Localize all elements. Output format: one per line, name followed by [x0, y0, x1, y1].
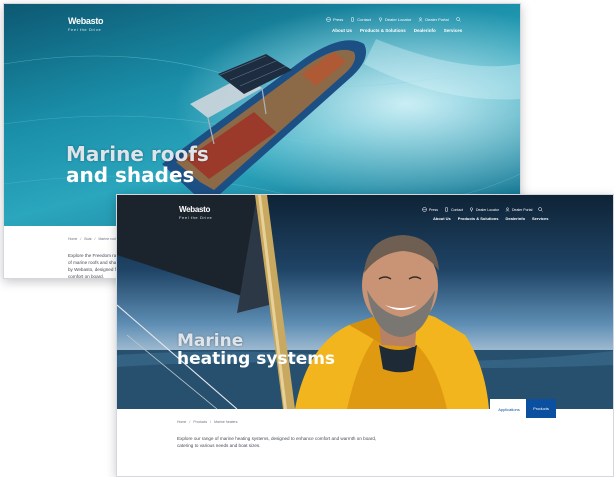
- nav-products-solutions[interactable]: Products & Solutions: [360, 28, 406, 33]
- page-description: Explore our range of marine heating syst…: [177, 435, 477, 449]
- applications-button[interactable]: Applications: [490, 399, 528, 420]
- utility-label: Press: [333, 17, 344, 22]
- phone-icon: [445, 207, 448, 212]
- pin-icon: [379, 17, 383, 22]
- nav-services[interactable]: Services: [444, 28, 463, 33]
- breadcrumb-products[interactable]: Products: [193, 420, 207, 424]
- utility-label: Dealer Portal: [511, 207, 533, 212]
- breadcrumb-separator: /: [189, 420, 191, 424]
- main-nav: About Us Products & Solutions Dealerinfo…: [332, 28, 462, 33]
- nav-products-solutions[interactable]: Products & Solutions: [458, 216, 499, 221]
- user-icon: [418, 17, 423, 22]
- logo-tagline: Feel the Drive: [179, 215, 213, 220]
- utility-dealer-portal[interactable]: Dealer Portal: [418, 17, 449, 22]
- breadcrumb-boat[interactable]: Boat: [84, 237, 91, 241]
- hero-title-line1: Marine roofs: [66, 142, 209, 166]
- hero-boat-image: Webasto Feel the Drive Press Contact Dea…: [4, 4, 520, 226]
- utility-nav: Press Contact Dealer Locator Dealer Port…: [422, 207, 544, 212]
- utility-contact[interactable]: Contact: [444, 207, 463, 212]
- hero-title: Marine heating systems: [177, 332, 336, 369]
- breadcrumb-home[interactable]: Home: [68, 237, 77, 241]
- nav-dealerinfo[interactable]: Dealerinfo: [505, 216, 525, 221]
- nav-dealerinfo[interactable]: Dealerinfo: [414, 28, 436, 33]
- breadcrumb: Home / Boat / Marine roofs: [68, 237, 118, 241]
- breadcrumb: Home / Products / Marine heaters: [177, 420, 237, 424]
- nav-about-us[interactable]: About Us: [332, 28, 352, 33]
- utility-contact[interactable]: Contact: [350, 17, 371, 22]
- breadcrumb-separator: /: [80, 237, 82, 241]
- hero-title-line2: and shades: [66, 163, 195, 187]
- hero-title-line2: heating systems: [177, 348, 336, 369]
- utility-press[interactable]: Press: [326, 17, 343, 22]
- logo-tagline: Feel the Drive: [68, 27, 102, 32]
- description-line1: Explore our range of marine heating syst…: [177, 436, 377, 441]
- breadcrumb-separator: /: [210, 420, 212, 424]
- logo-text: Webasto: [179, 205, 211, 214]
- breadcrumb-home[interactable]: Home: [177, 420, 186, 424]
- marine-heating-page-screenshot: Webasto Feel the Drive Press Contact Dea…: [116, 194, 614, 477]
- webasto-logo[interactable]: Webasto Feel the Drive: [179, 205, 212, 220]
- utility-label: Dealer Locator: [476, 207, 499, 212]
- sailor-illustration: [117, 195, 613, 409]
- pin-icon: [470, 207, 474, 212]
- utility-search[interactable]: [455, 17, 461, 22]
- utility-dealer-locator[interactable]: Dealer Locator: [469, 207, 499, 212]
- utility-dealer-locator[interactable]: Dealer Locator: [378, 17, 411, 22]
- logo-text: Webasto: [68, 16, 104, 26]
- nav-services[interactable]: Services: [532, 216, 548, 221]
- globe-icon: [422, 207, 427, 212]
- utility-label: Dealer Locator: [385, 17, 412, 22]
- nav-about-us[interactable]: About Us: [433, 216, 451, 221]
- webasto-logo[interactable]: Webasto Feel the Drive: [68, 16, 104, 32]
- breadcrumb-separator: /: [94, 237, 96, 241]
- user-icon: [505, 207, 510, 212]
- utility-dealer-portal[interactable]: Dealer Portal: [505, 207, 532, 212]
- utility-label: Dealer Portal: [425, 17, 449, 22]
- utility-press[interactable]: Press: [422, 207, 438, 212]
- breadcrumb-current: Marine heaters: [214, 420, 238, 424]
- main-nav: About Us Products & Solutions Dealerinfo…: [433, 216, 548, 221]
- products-button[interactable]: Products: [526, 399, 556, 418]
- utility-label: Contact: [450, 207, 464, 212]
- search-icon: [538, 207, 544, 212]
- utility-label: Press: [429, 207, 438, 212]
- utility-label: Contact: [357, 17, 372, 22]
- globe-icon: [326, 17, 331, 22]
- utility-nav: Press Contact Dealer Locator Dealer Port…: [326, 17, 461, 22]
- hero-title: Marine roofs and shades: [66, 144, 209, 186]
- boat-illustration: [4, 4, 520, 226]
- search-icon: [455, 17, 461, 22]
- description-line2: catering to various needs and boat sizes…: [177, 443, 261, 449]
- utility-search[interactable]: [538, 207, 544, 212]
- phone-icon: [351, 17, 354, 22]
- hero-sailor-image: Webasto Feel the Drive Press Contact Dea…: [117, 195, 613, 409]
